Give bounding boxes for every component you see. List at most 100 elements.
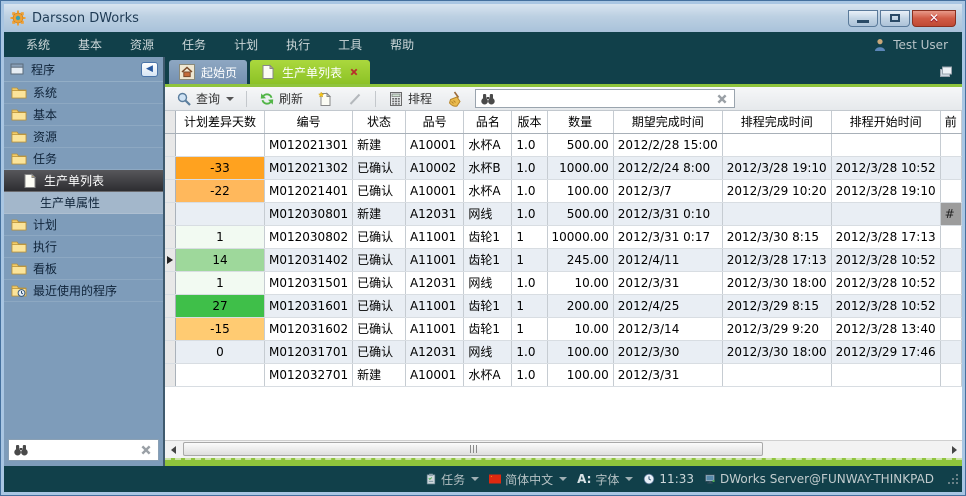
sidebar-item-0[interactable]: 系统 <box>4 82 163 104</box>
cell-qty[interactable]: 10000.00 <box>547 225 613 248</box>
cell-item_no[interactable]: A10001 <box>405 363 463 386</box>
cell-sched_start[interactable]: 2012/3/28 10:52 <box>831 294 940 317</box>
sidebar-item-7[interactable]: 执行 <box>4 236 163 258</box>
cell-item_name[interactable]: 网线 <box>464 340 512 363</box>
cell-item_name[interactable]: 网线 <box>464 271 512 294</box>
cell-diff[interactable] <box>175 363 264 386</box>
cell-sched_start[interactable]: 2012/3/28 10:52 <box>831 156 940 179</box>
cell-item_no[interactable]: A12031 <box>405 202 463 225</box>
cell-sched_end[interactable]: 2012/3/30 18:00 <box>722 271 831 294</box>
sidebar-item-3[interactable]: 任务 <box>4 148 163 170</box>
cell-sched_start[interactable]: 2012/3/29 17:46 <box>831 340 940 363</box>
cell-status[interactable]: 新建 <box>353 202 406 225</box>
cell-qty[interactable]: 1000.00 <box>547 156 613 179</box>
cell-status[interactable]: 已确认 <box>353 340 406 363</box>
cell-item_no[interactable]: A11001 <box>405 225 463 248</box>
sidebar-collapse-button[interactable]: ◀ <box>141 62 158 77</box>
new-button[interactable] <box>312 89 338 109</box>
cell-sched_start[interactable] <box>831 202 940 225</box>
horizontal-scrollbar[interactable] <box>165 440 962 458</box>
cell-status[interactable]: 已确认 <box>353 271 406 294</box>
menu-item-0[interactable]: 系统 <box>12 32 64 57</box>
user-menu[interactable]: Test User <box>872 37 954 53</box>
titlebar[interactable]: Darsson DWorks ✕ <box>4 4 962 32</box>
cell-diff[interactable] <box>175 202 264 225</box>
cell-sched_end[interactable] <box>722 363 831 386</box>
cell-status[interactable]: 新建 <box>353 133 406 156</box>
cell-sched_end[interactable]: 2012/3/28 17:13 <box>722 248 831 271</box>
clear-filter-button[interactable] <box>441 89 467 109</box>
cell-extra[interactable] <box>940 363 961 386</box>
cell-extra[interactable] <box>940 317 961 340</box>
cell-version[interactable]: 1 <box>512 225 547 248</box>
minimize-button[interactable] <box>848 10 878 27</box>
row-selector[interactable] <box>165 202 175 225</box>
cell-sched_start[interactable]: 2012/3/28 10:52 <box>831 271 940 294</box>
cell-version[interactable]: 1.0 <box>512 179 547 202</box>
cell-status[interactable]: 已确认 <box>353 294 406 317</box>
column-header-qty[interactable]: 数量 <box>547 111 613 133</box>
resize-grip[interactable] <box>948 474 958 484</box>
cell-qty[interactable]: 10.00 <box>547 271 613 294</box>
sidebar-search-clear-icon[interactable] <box>138 442 154 458</box>
cell-sched_start[interactable] <box>831 133 940 156</box>
cell-expect_time[interactable]: 2012/3/31 0:17 <box>613 225 722 248</box>
cell-code[interactable]: M012021302 <box>265 156 353 179</box>
cell-code[interactable]: M012031402 <box>265 248 353 271</box>
cell-item_no[interactable]: A12031 <box>405 340 463 363</box>
cell-extra[interactable] <box>940 179 961 202</box>
menu-item-5[interactable]: 执行 <box>272 32 324 57</box>
cell-sched_start[interactable]: 2012/3/28 19:10 <box>831 179 940 202</box>
column-header-item_name[interactable]: 品名 <box>464 111 512 133</box>
query-button[interactable]: 查询 <box>171 88 239 109</box>
cell-sched_start[interactable]: 2012/3/28 13:40 <box>831 317 940 340</box>
maximize-button[interactable] <box>880 10 910 27</box>
cell-extra[interactable] <box>940 225 961 248</box>
cell-qty[interactable]: 245.00 <box>547 248 613 271</box>
cell-status[interactable]: 已确认 <box>353 179 406 202</box>
row-selector[interactable] <box>165 271 175 294</box>
edit-button[interactable] <box>342 89 368 109</box>
cell-code[interactable]: M012031602 <box>265 317 353 340</box>
cell-code[interactable]: M012030801 <box>265 202 353 225</box>
cell-sched_start[interactable]: 2012/3/28 10:52 <box>831 248 940 271</box>
cell-qty[interactable]: 500.00 <box>547 202 613 225</box>
cell-sched_end[interactable] <box>722 202 831 225</box>
scroll-left-arrow[interactable] <box>165 441 181 458</box>
schedule-button[interactable]: 排程 <box>383 88 437 109</box>
cell-item_name[interactable]: 水杯A <box>464 133 512 156</box>
cell-expect_time[interactable]: 2012/3/31 <box>613 363 722 386</box>
cell-sched_end[interactable] <box>722 133 831 156</box>
cell-extra[interactable] <box>940 133 961 156</box>
cell-diff[interactable]: 27 <box>175 294 264 317</box>
cell-item_name[interactable]: 水杯B <box>464 156 512 179</box>
cell-status[interactable]: 新建 <box>353 363 406 386</box>
cell-status[interactable]: 已确认 <box>353 156 406 179</box>
menu-item-7[interactable]: 帮助 <box>376 32 428 57</box>
menu-item-1[interactable]: 基本 <box>64 32 116 57</box>
cell-extra[interactable] <box>940 340 961 363</box>
cell-expect_time[interactable]: 2012/3/14 <box>613 317 722 340</box>
cell-version[interactable]: 1.0 <box>512 271 547 294</box>
cell-qty[interactable]: 100.00 <box>547 179 613 202</box>
cell-sched_end[interactable]: 2012/3/29 8:15 <box>722 294 831 317</box>
scrollbar-thumb[interactable] <box>183 442 763 456</box>
cell-expect_time[interactable]: 2012/4/25 <box>613 294 722 317</box>
tab-0[interactable]: 起始页 <box>169 60 247 84</box>
column-header-version[interactable]: 版本 <box>512 111 547 133</box>
cell-expect_time[interactable]: 2012/2/28 15:00 <box>613 133 722 156</box>
column-header-status[interactable]: 状态 <box>353 111 406 133</box>
font-menu[interactable]: A: 字体 <box>577 471 633 488</box>
cell-item_no[interactable]: A10002 <box>405 156 463 179</box>
cell-expect_time[interactable]: 2012/3/31 0:10 <box>613 202 722 225</box>
cell-sched_start[interactable] <box>831 363 940 386</box>
cell-extra[interactable] <box>940 294 961 317</box>
cell-item_name[interactable]: 齿轮1 <box>464 294 512 317</box>
scroll-right-arrow[interactable] <box>946 441 962 458</box>
toolbar-search-clear-icon[interactable] <box>714 91 730 107</box>
language-menu[interactable]: 简体中文 <box>489 471 567 488</box>
cell-diff[interactable] <box>175 133 264 156</box>
cell-code[interactable]: M012031601 <box>265 294 353 317</box>
sidebar-search-input[interactable] <box>33 443 134 457</box>
cell-item_no[interactable]: A11001 <box>405 248 463 271</box>
